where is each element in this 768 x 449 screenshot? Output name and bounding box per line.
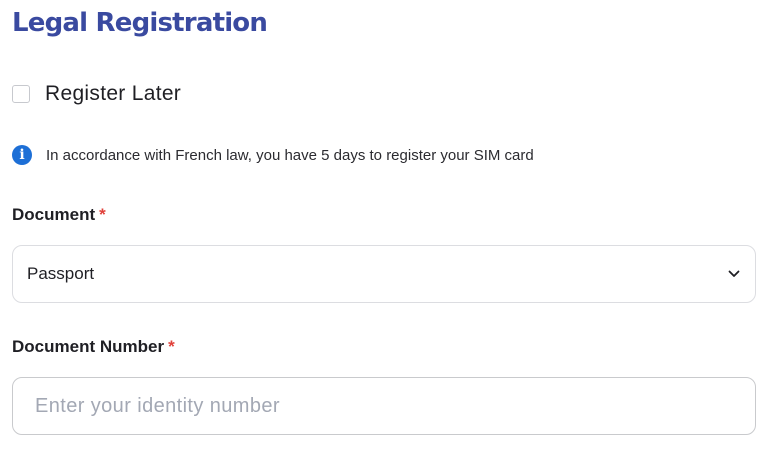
document-label: Document *	[12, 205, 106, 225]
document-number-label-text: Document Number	[12, 337, 165, 356]
document-select[interactable]: Passport	[12, 245, 756, 303]
chevron-down-icon	[727, 267, 741, 281]
law-notice-text: In accordance with French law, you have …	[46, 146, 534, 164]
required-mark: *	[99, 205, 106, 224]
legal-registration-form: Legal Registration Register Later i In a…	[0, 0, 768, 449]
document-number-input[interactable]	[12, 377, 756, 435]
law-notice: i In accordance with French law, you hav…	[12, 145, 534, 165]
info-icon: i	[12, 145, 32, 165]
register-later-checkbox[interactable]	[12, 85, 30, 103]
page-title: Legal Registration	[12, 8, 268, 38]
required-mark: *	[168, 337, 175, 356]
document-select-value: Passport	[27, 264, 95, 283]
register-later-label: Register Later	[45, 82, 182, 105]
document-number-label: Document Number *	[12, 337, 175, 357]
document-label-text: Document	[12, 205, 96, 224]
register-later-option[interactable]: Register Later	[12, 82, 181, 106]
